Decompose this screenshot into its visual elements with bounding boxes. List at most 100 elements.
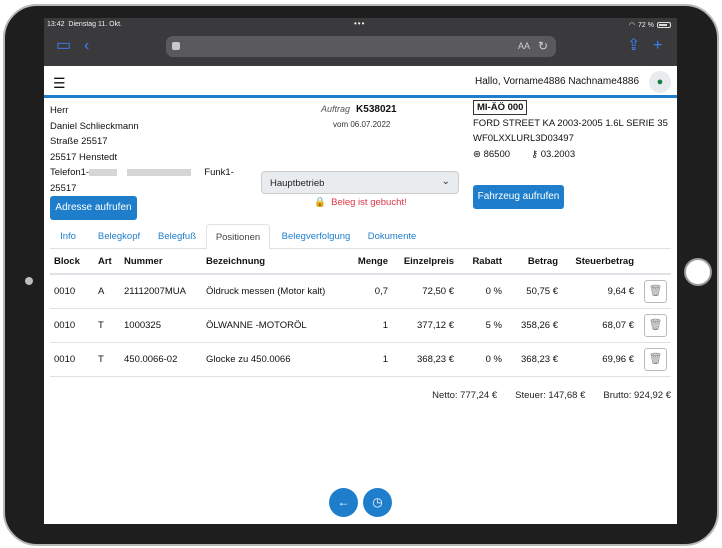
col-nummer: Nummer <box>120 250 202 275</box>
booked-status: 🔒 Beleg ist gebucht! <box>314 197 407 208</box>
multitask-dots[interactable]: ••• <box>354 19 365 28</box>
cell-einzelpreis: 377,12 € <box>392 308 458 343</box>
col-betrag: Betrag <box>506 250 562 275</box>
screen: 13:42 Dienstag 11. Okt. ••• ◠ 72 % ▭ ‹ A… <box>44 18 677 524</box>
tab-dokumente[interactable]: Dokumente <box>362 224 422 249</box>
positions-table: Block Art Nummer Bezeichnung Menge Einze… <box>50 250 671 377</box>
trash-icon[interactable]: 🗑 <box>644 279 667 303</box>
back-chevron-icon[interactable]: ‹ <box>84 38 89 54</box>
cell-bezeichnung: ÖLWANNE -MOTORÖL <box>202 308 348 343</box>
tab-belegkopf[interactable]: Belegkopf <box>90 224 148 249</box>
cell-steuerbetrag: 68,07 € <box>562 308 638 343</box>
cell-actions: 🗑 <box>638 308 671 343</box>
clock-icon: ◷ <box>372 495 383 509</box>
customer-name: Daniel Schlieckmann <box>50 120 139 132</box>
tab-info[interactable]: Info <box>50 224 86 249</box>
tab-bar: Info Belegkopf Belegfuß Positionen Beleg… <box>50 224 671 250</box>
order-number: K538021 <box>356 104 397 115</box>
reload-icon[interactable]: ↻ <box>538 39 548 53</box>
cell-steuerbetrag: 69,96 € <box>562 342 638 377</box>
cell-einzelpreis: 368,23 € <box>392 342 458 377</box>
sidebar-toggle-icon[interactable]: ▭ <box>56 38 71 54</box>
tab-belegfuss[interactable]: Belegfuß <box>152 224 202 249</box>
redacted-phone-2 <box>127 168 192 176</box>
address-button[interactable]: Adresse aufrufen <box>50 196 137 220</box>
cell-art: T <box>94 308 120 343</box>
cell-rabatt: 0 % <box>458 274 506 309</box>
vehicle-first-registration: 03.2003 <box>540 148 576 160</box>
cell-menge: 0,7 <box>348 274 392 309</box>
cell-block: 0010 <box>50 342 94 377</box>
cell-actions: 🗑 <box>638 342 671 377</box>
col-steuerbetrag: Steuerbetrag <box>562 250 638 275</box>
col-block: Block <box>50 250 94 275</box>
total-gross: Brutto: 924,92 € <box>603 390 671 401</box>
order-label: Auftrag <box>321 104 351 114</box>
arrow-left-icon: ← <box>337 495 350 509</box>
cell-menge: 1 <box>348 342 392 377</box>
cell-bezeichnung: Öldruck messen (Motor kalt) <box>202 274 348 309</box>
col-einzelpreis: Einzelpreis <box>392 250 458 275</box>
trash-icon[interactable]: 🗑 <box>644 313 667 337</box>
col-art: Art <box>94 250 120 275</box>
browser-chrome: 13:42 Dienstag 11. Okt. ••• ◠ 72 % ▭ ‹ A… <box>44 18 677 66</box>
table-header-row: Block Art Nummer Bezeichnung Menge Einze… <box>50 250 671 275</box>
history-button[interactable]: ◷ <box>363 488 392 517</box>
cell-block: 0010 <box>50 274 94 309</box>
greeting-text: Hallo, Vorname4886 Nachname4886 <box>475 76 639 87</box>
site-icon <box>172 42 180 50</box>
customer-street: Straße 25517 <box>50 136 108 147</box>
chevron-down-icon: ⌄ <box>441 176 450 187</box>
tab-positionen[interactable]: Positionen <box>206 224 270 250</box>
cell-betrag: 368,23 € <box>506 342 562 377</box>
battery-percent: 72 % <box>638 21 654 29</box>
table-row: 0010 T 1000325 ÖLWANNE -MOTORÖL 1 377,12… <box>50 308 671 343</box>
branch-select[interactable]: Hauptbetrieb ⌄ <box>261 171 459 194</box>
vehicle-button[interactable]: Fahrzeug aufrufen <box>473 185 564 209</box>
col-rabatt: Rabatt <box>458 250 506 275</box>
cell-rabatt: 5 % <box>458 308 506 343</box>
menu-icon[interactable]: ☰ <box>53 75 66 92</box>
address-bar[interactable]: AA ↻ <box>166 36 556 57</box>
vehicle-stats: ⊛ 86500 ⚷ 03.2003 <box>473 147 668 163</box>
battery-icon <box>657 22 671 28</box>
text-size-button[interactable]: AA <box>518 41 530 51</box>
user-icon[interactable]: ● <box>649 71 671 93</box>
redacted-phone <box>89 168 118 176</box>
vehicle-mileage: 86500 <box>483 148 511 160</box>
cell-betrag: 358,26 € <box>506 308 562 343</box>
home-button[interactable] <box>684 258 712 286</box>
back-arrow-button[interactable]: ← <box>329 488 358 517</box>
camera-dot <box>25 277 33 285</box>
cell-bezeichnung: Glocke zu 450.0066 <box>202 342 348 377</box>
col-actions <box>638 250 671 275</box>
cell-nummer: 21112007MUA <box>120 274 202 309</box>
status-right: ◠ 72 % <box>629 21 671 29</box>
status-time: 13:42 <box>47 21 65 28</box>
col-bezeichnung: Bezeichnung <box>202 250 348 275</box>
trash-icon[interactable]: 🗑 <box>644 347 667 371</box>
status-bar: 13:42 Dienstag 11. Okt. ••• ◠ 72 % <box>44 18 677 32</box>
mobile-label: Funk1- <box>204 167 234 178</box>
cell-art: T <box>94 342 120 377</box>
customer-phone-suffix: 25517 <box>50 182 77 194</box>
new-tab-icon[interactable]: + <box>653 38 662 54</box>
vehicle-model: FORD STREET KA 2003-2005 1.6L SERIE 35 <box>473 117 668 129</box>
table-row: 0010 A 21112007MUA Öldruck messen (Motor… <box>50 274 671 309</box>
wifi-icon: ◠ <box>628 22 636 29</box>
cell-menge: 1 <box>348 308 392 343</box>
col-menge: Menge <box>348 250 392 275</box>
status-date: Dienstag 11. Okt. <box>68 21 122 28</box>
license-plate: MI-ÄÖ 000 <box>473 100 528 115</box>
table-row: 0010 T 450.0066-02 Glocke zu 450.0066 1 … <box>50 342 671 377</box>
cell-nummer: 450.0066-02 <box>120 342 202 377</box>
share-icon[interactable]: ⇪ <box>627 38 640 54</box>
customer-phone: Telefon1- Funk1- <box>50 165 234 181</box>
tab-belegverfolgung[interactable]: Belegverfolgung <box>276 224 356 249</box>
customer-city: 25517 Henstedt <box>50 151 118 163</box>
order-date: vom 06.07.2022 <box>333 120 391 129</box>
key-icon: ⚷ <box>531 148 539 160</box>
order-info: Auftrag K538021 vom 06.07.2022 <box>321 104 397 129</box>
cell-steuerbetrag: 9,64 € <box>562 274 638 309</box>
cell-nummer: 1000325 <box>120 308 202 343</box>
